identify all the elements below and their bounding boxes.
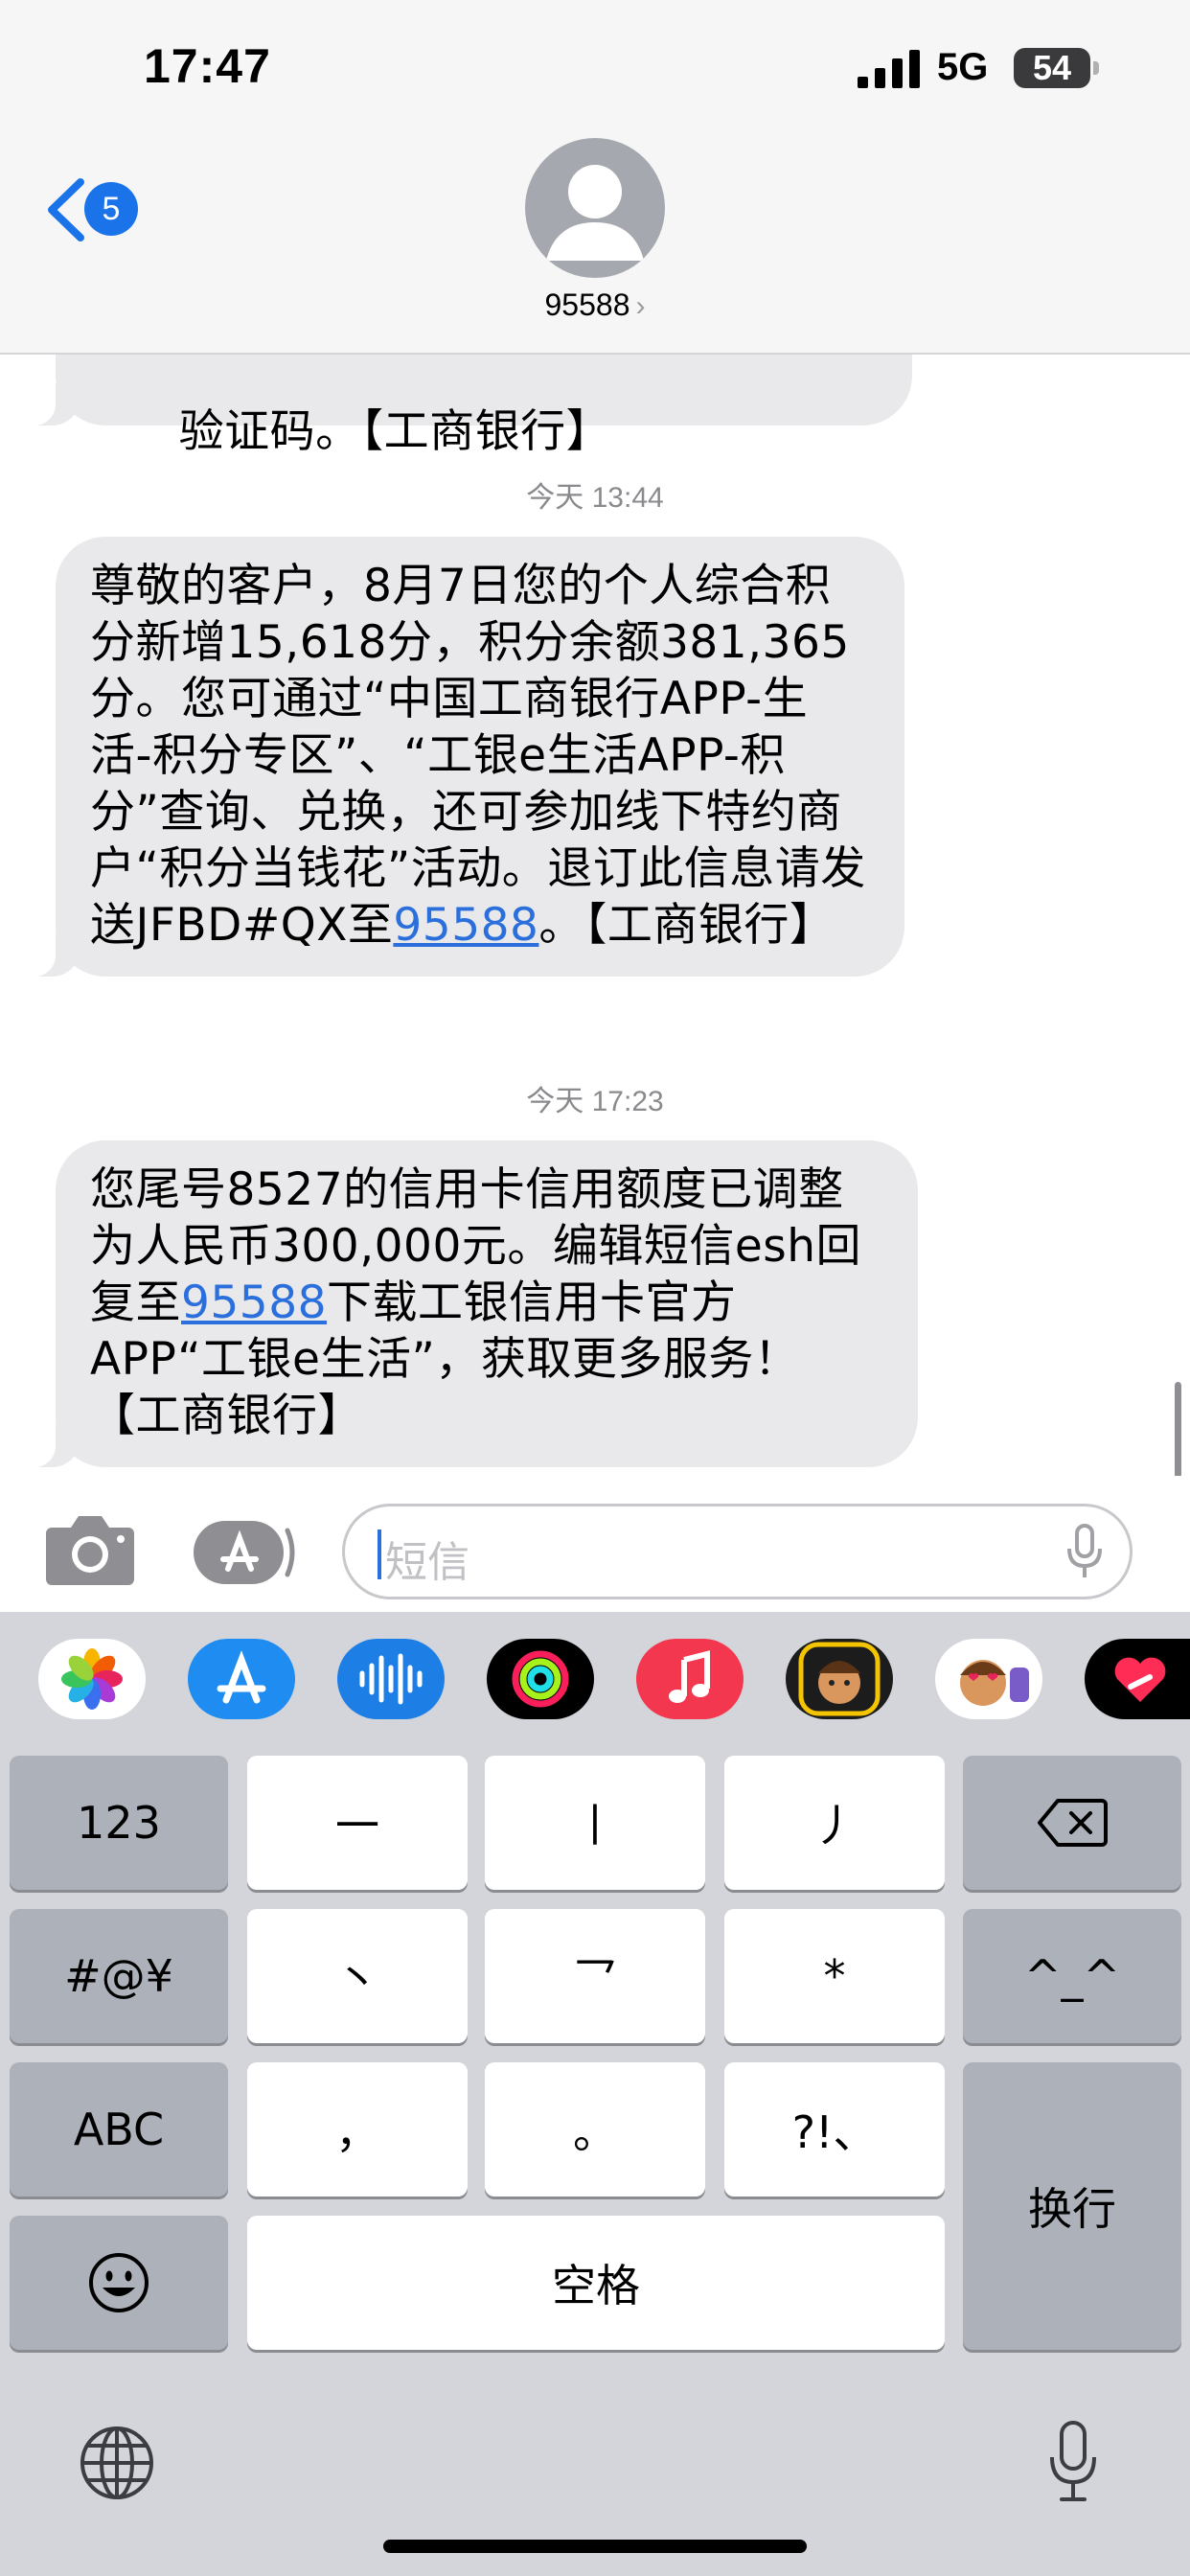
battery-icon: 54 <box>1014 48 1090 88</box>
app-store-glyph-icon <box>217 1650 266 1704</box>
status-time: 17:47 <box>144 39 271 93</box>
memoji-face-icon <box>798 1642 881 1716</box>
contact-number: 95588 <box>544 288 630 322</box>
key-label: 丨 <box>573 1800 617 1852</box>
input-placeholder: 短信 <box>385 1539 469 1586</box>
key-star[interactable]: * <box>724 1909 945 2043</box>
key-heng[interactable]: 一 <box>247 1756 468 1890</box>
heart-icon <box>1114 1657 1166 1702</box>
message-text: 尊敬的客户，8月7日您的个人综合积分新增15,618分，积分余额381,365分… <box>90 560 866 952</box>
messages-screen: 验证码。【工商银行】 今天 13:44 尊敬的客户，8月7日您的个人综合积分新增… <box>0 0 1190 2576</box>
app-store-icon[interactable] <box>188 1639 295 1719</box>
space-key[interactable]: 空格 <box>247 2216 945 2350</box>
key-label: 丶 <box>335 1953 379 2005</box>
key-label: 。 <box>573 2106 617 2158</box>
message-bubble-points[interactable]: 尊敬的客户，8月7日您的个人综合积分新增15,618分，积分余额381,365分… <box>27 537 904 977</box>
delete-backspace-icon <box>1038 1799 1108 1847</box>
fitness-icon[interactable] <box>487 1639 594 1719</box>
battery-tip <box>1093 61 1099 75</box>
scroll-indicator[interactable] <box>1175 1382 1181 1476</box>
timestamp: 今天 13:44 <box>526 482 664 514</box>
photos-flower-icon <box>61 1648 123 1710</box>
key-label: 丿 <box>812 1800 857 1852</box>
timestamp: 今天 17:23 <box>526 1086 664 1117</box>
key-123[interactable]: 123 <box>10 1756 228 1890</box>
activity-rings-icon <box>512 1650 569 1708</box>
cellular-signal-icon <box>858 50 920 88</box>
phone-link[interactable]: 95588 <box>181 1276 327 1329</box>
unread-badge[interactable]: 5 <box>84 182 138 236</box>
message-text: 。【工商银行】 <box>538 899 835 952</box>
phone-link[interactable]: 95588 <box>393 899 538 952</box>
message-input[interactable]: 短信 <box>342 1504 1133 1599</box>
key-label: * <box>823 1950 846 2002</box>
emoji-smiley-icon <box>89 2253 149 2312</box>
key-label: ?!、 <box>791 2106 878 2158</box>
music-note-icon <box>669 1650 710 1703</box>
emoji-key[interactable] <box>10 2216 228 2350</box>
heart-eyes-memoji-icon <box>960 1660 1029 1706</box>
key-label: #@¥ <box>64 1950 173 2002</box>
network-type: 5G <box>937 46 989 88</box>
key-dian[interactable]: 丶 <box>247 1909 468 2043</box>
memoji-stickers-icon[interactable] <box>935 1639 1042 1719</box>
key-label: ， <box>335 2106 379 2158</box>
waveform-icon <box>359 1653 423 1705</box>
key-period[interactable]: 。 <box>485 2062 705 2196</box>
key-emoticon[interactable]: ^_^ <box>963 1909 1181 2043</box>
key-symbols[interactable]: #@¥ <box>10 1909 228 2043</box>
key-pie[interactable]: 丿 <box>724 1756 945 1890</box>
key-abc[interactable]: ABC <box>10 2062 228 2196</box>
audio-message-icon[interactable] <box>337 1639 445 1719</box>
key-shu[interactable]: 丨 <box>485 1756 705 1890</box>
camera-icon[interactable] <box>44 1510 136 1587</box>
memoji-icon[interactable] <box>786 1639 893 1719</box>
photos-icon[interactable] <box>38 1639 146 1719</box>
music-icon[interactable] <box>636 1639 744 1719</box>
delete-key[interactable] <box>963 1756 1181 1890</box>
app-store-button-icon[interactable] <box>192 1519 297 1586</box>
message-bubble-credit-limit[interactable]: 您尾号8527的信用卡信用额度已调整为人民币300,000元。编辑短信esh回复… <box>27 1140 918 1467</box>
dictation-microphone-icon[interactable] <box>1046 2419 1100 2505</box>
message-text: 验证码。【工商银行】 <box>178 405 612 458</box>
microphone-icon[interactable] <box>1065 1524 1104 1581</box>
key-label: ABC <box>73 2104 165 2155</box>
conversation-header: 17:47 5G 54 5 95588 › <box>0 0 1190 355</box>
key-label: 空格 <box>552 2260 640 2312</box>
chevron-right-icon: › <box>635 290 646 322</box>
contact-avatar[interactable] <box>525 138 665 278</box>
home-indicator[interactable] <box>383 2540 807 2553</box>
key-label: 一 <box>335 1800 379 1852</box>
key-label: 123 <box>77 1797 161 1849</box>
key-punctuation[interactable]: ?!、 <box>724 2062 945 2196</box>
text-caret <box>378 1530 381 1579</box>
globe-icon[interactable] <box>79 2425 155 2501</box>
key-label: ^_^ <box>1023 1950 1121 2002</box>
key-zhe[interactable]: 乛 <box>485 1909 705 2043</box>
digital-touch-icon[interactable] <box>1085 1639 1190 1719</box>
key-label: 乛 <box>573 1953 617 2005</box>
person-icon <box>546 165 644 261</box>
contact-name[interactable]: 95588 › <box>0 288 1190 323</box>
key-label: 换行 <box>1028 2183 1116 2235</box>
return-key[interactable]: 换行 <box>963 2062 1181 2350</box>
key-comma[interactable]: ， <box>247 2062 468 2196</box>
